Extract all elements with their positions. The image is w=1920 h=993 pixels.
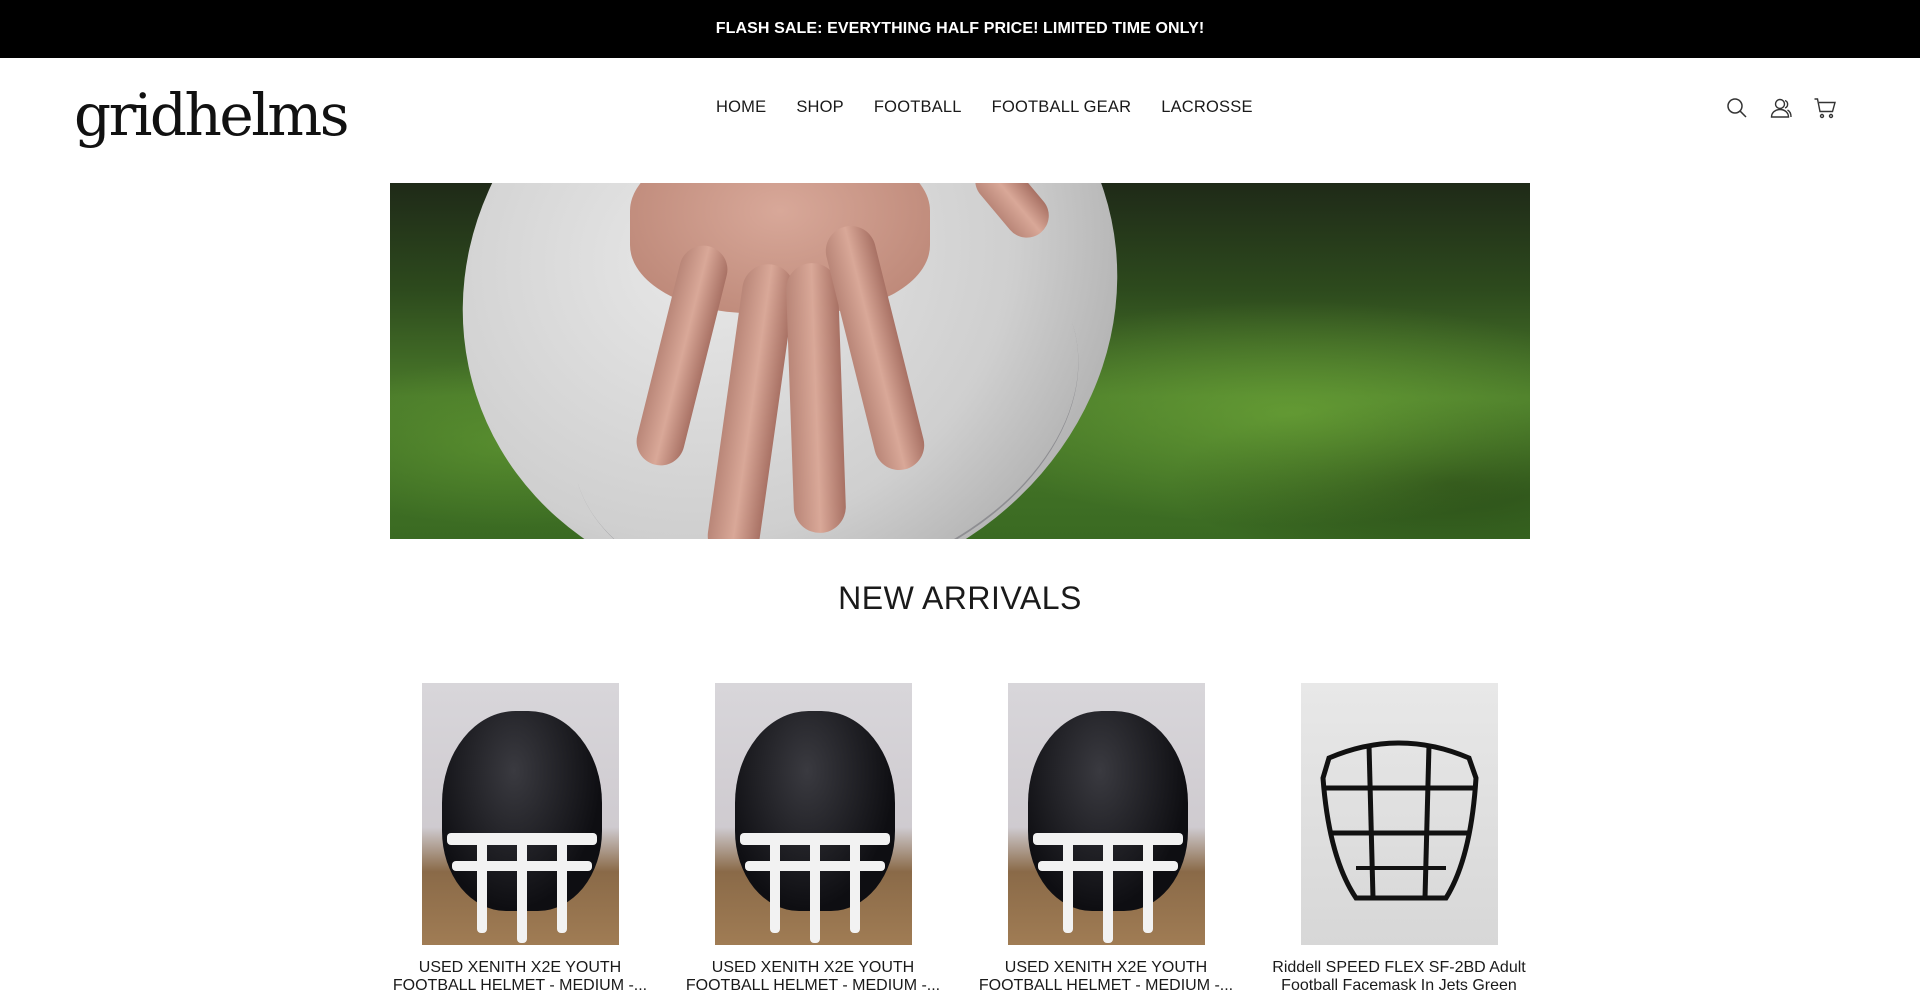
product-card[interactable]: Riddell SPEED FLEX SF-2BD Adult Football… bbox=[1269, 683, 1529, 993]
product-title[interactable]: USED XENITH X2E YOUTH FOOTBALL HELMET - … bbox=[683, 959, 943, 993]
main-nav: HOME SHOP FOOTBALL FOOTBALL GEAR LACROSS… bbox=[716, 98, 1253, 117]
product-card[interactable]: USED XENITH X2E YOUTH FOOTBALL HELMET - … bbox=[683, 683, 943, 993]
header-icons bbox=[1725, 96, 1837, 120]
nav-shop[interactable]: SHOP bbox=[796, 98, 844, 117]
cart-icon[interactable] bbox=[1813, 96, 1837, 120]
product-grid: USED XENITH X2E YOUTH FOOTBALL HELMET - … bbox=[390, 683, 1530, 993]
product-card[interactable]: USED XENITH X2E YOUTH FOOTBALL HELMET - … bbox=[976, 683, 1236, 993]
product-title[interactable]: USED XENITH X2E YOUTH FOOTBALL HELMET - … bbox=[390, 959, 650, 993]
nav-home[interactable]: HOME bbox=[716, 98, 766, 117]
logo[interactable]: gridhelms bbox=[74, 86, 350, 144]
nav-football[interactable]: FOOTBALL bbox=[874, 98, 962, 117]
announcement-bar: FLASH SALE: EVERYTHING HALF PRICE! LIMIT… bbox=[0, 0, 1920, 58]
helmet-product-image[interactable] bbox=[421, 683, 619, 945]
search-icon[interactable] bbox=[1725, 96, 1749, 120]
hero-banner[interactable] bbox=[390, 183, 1530, 539]
helmet-product-image[interactable] bbox=[714, 683, 912, 945]
product-title[interactable]: Riddell SPEED FLEX SF-2BD Adult Football… bbox=[1269, 959, 1529, 993]
product-title[interactable]: USED XENITH X2E YOUTH FOOTBALL HELMET - … bbox=[976, 959, 1236, 993]
account-icon[interactable] bbox=[1769, 96, 1793, 120]
announcement-text: FLASH SALE: EVERYTHING HALF PRICE! LIMIT… bbox=[715, 20, 1205, 37]
product-card[interactable]: USED XENITH X2E YOUTH FOOTBALL HELMET - … bbox=[390, 683, 650, 993]
nav-lacrosse[interactable]: LACROSSE bbox=[1161, 98, 1252, 117]
section-title-new-arrivals: NEW ARRIVALS bbox=[838, 580, 1082, 616]
helmet-product-image[interactable] bbox=[1007, 683, 1205, 945]
site-header: gridhelms HOME SHOP FOOTBALL FOOTBALL GE… bbox=[0, 58, 1920, 183]
nav-football-gear[interactable]: FOOTBALL GEAR bbox=[992, 98, 1132, 117]
facemask-product-image[interactable] bbox=[1300, 683, 1498, 945]
